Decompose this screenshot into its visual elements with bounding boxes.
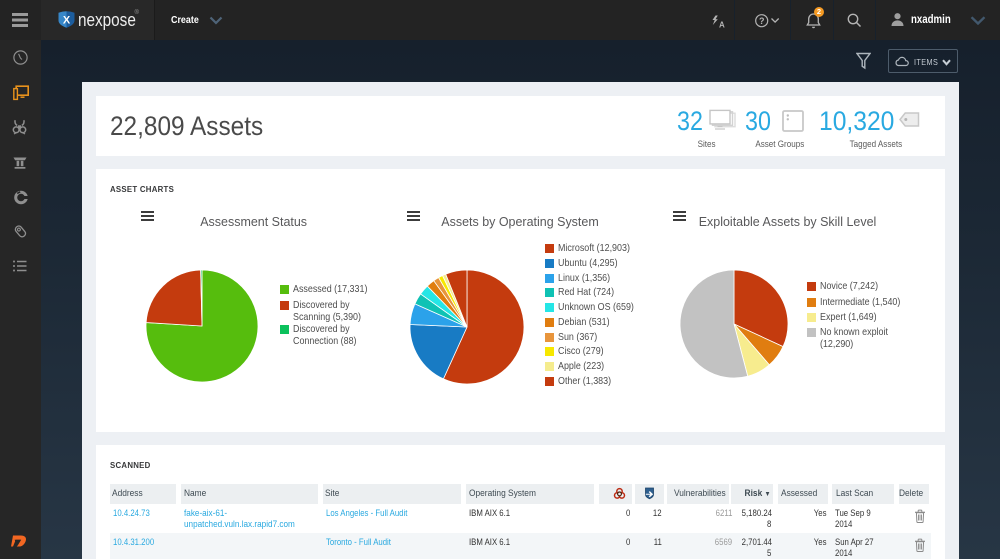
svg-text:A: A bbox=[719, 21, 725, 29]
svg-text:?: ? bbox=[759, 16, 765, 26]
svg-text:X: X bbox=[63, 14, 71, 26]
